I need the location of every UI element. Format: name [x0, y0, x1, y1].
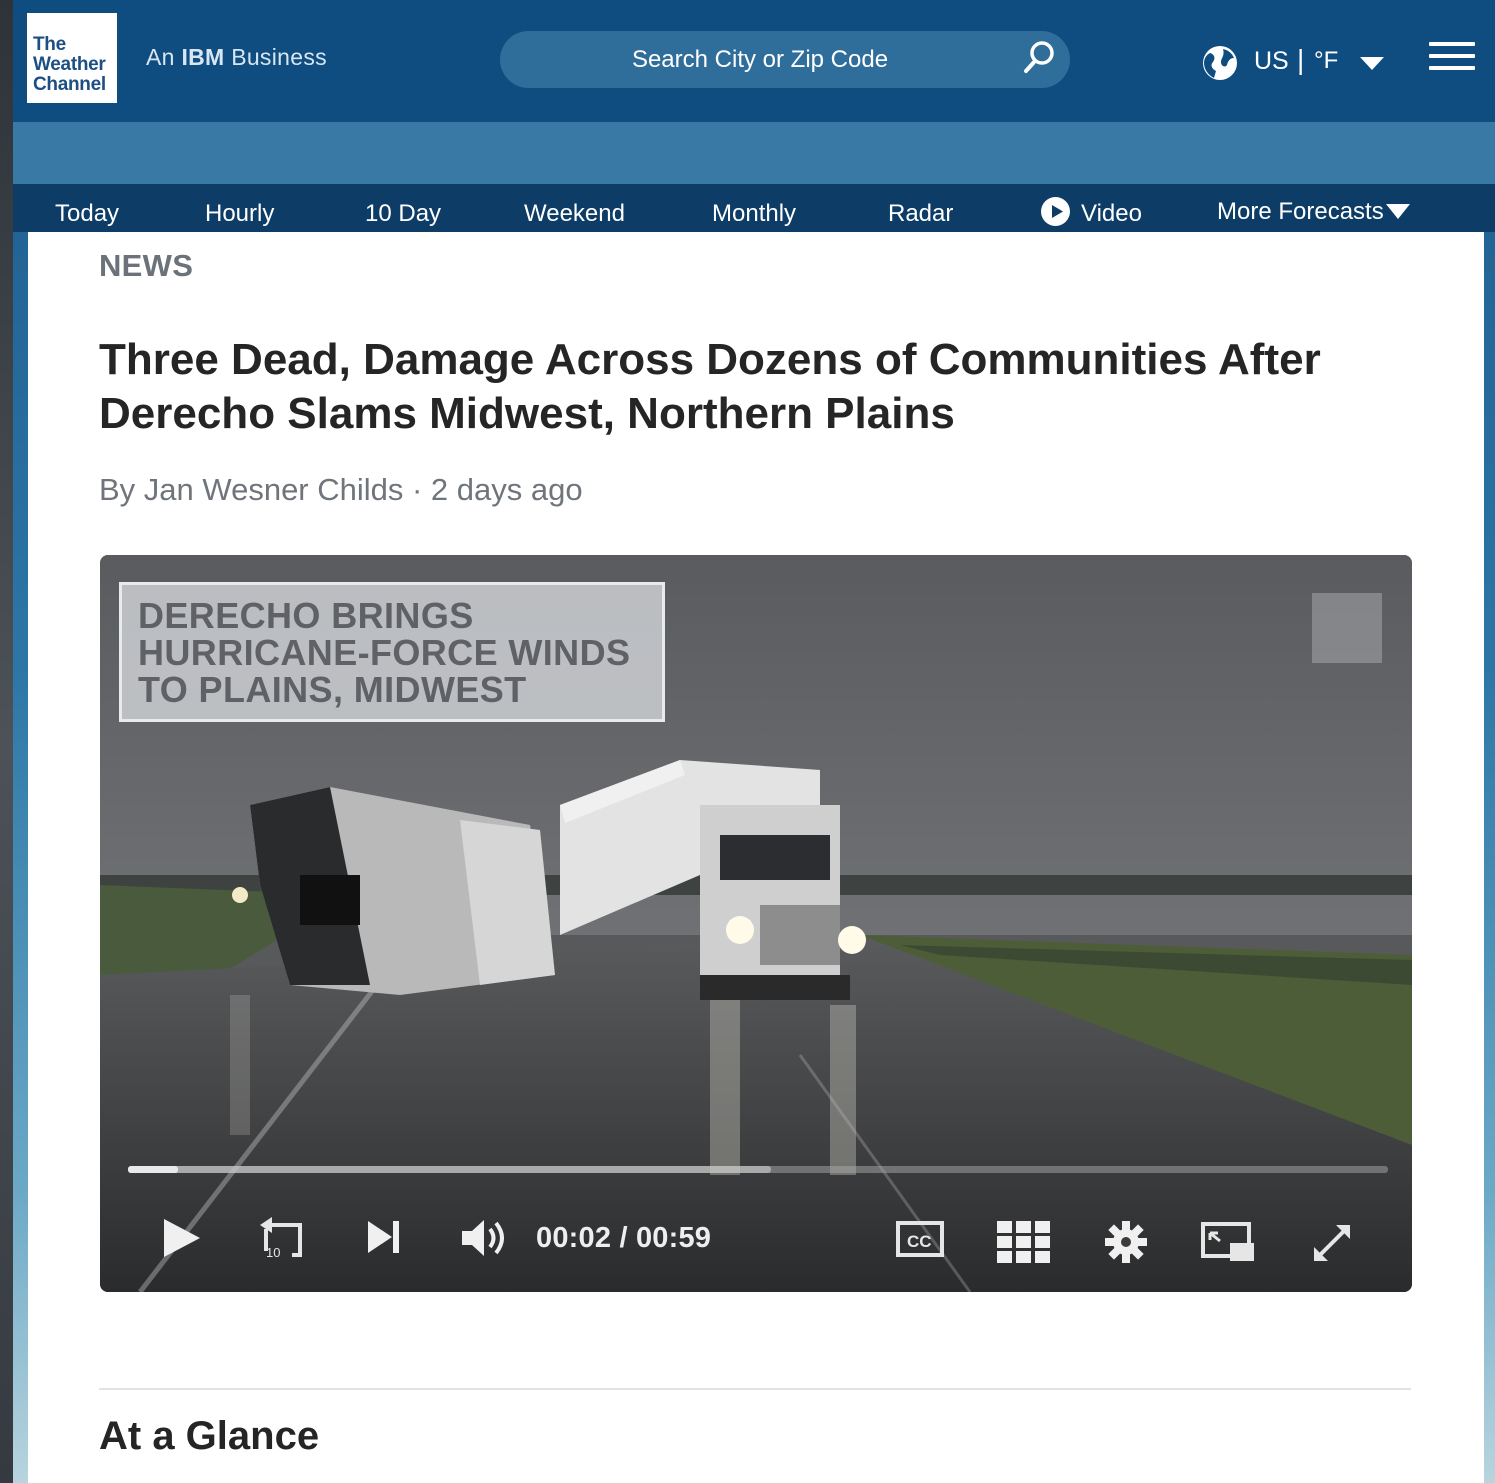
settings-gear-icon[interactable] — [1103, 1219, 1149, 1265]
video-player[interactable]: DERECHO BRINGS HURRICANE-FORCE WINDS TO … — [100, 555, 1412, 1292]
replay-10-icon[interactable]: 10 — [256, 1215, 306, 1263]
closed-captions-icon[interactable]: CC — [895, 1219, 945, 1259]
locale-separator: | — [1297, 44, 1305, 75]
unit-label[interactable]: °F — [1314, 47, 1338, 75]
nav-item-weekend[interactable]: Weekend — [524, 200, 625, 228]
search-icon[interactable] — [1022, 40, 1056, 76]
video-progress-bar[interactable] — [128, 1166, 1388, 1173]
search-input[interactable]: Search City or Zip Code — [500, 31, 1070, 88]
lower-third-line: HURRICANE-FORCE WINDS — [138, 632, 631, 673]
volume-icon[interactable] — [458, 1215, 512, 1261]
logo-line: The — [33, 34, 66, 55]
article-headline: Three Dead, Damage Across Dozens of Comm… — [99, 335, 1321, 438]
current-time: 00:02 — [536, 1222, 612, 1254]
chevron-down-icon[interactable] — [1386, 204, 1410, 220]
logo-line: Weather — [33, 54, 106, 75]
nav-item-radar[interactable]: Radar — [888, 200, 953, 228]
nav-item-monthly[interactable]: Monthly — [712, 200, 796, 228]
nav-item-video[interactable]: Video — [1081, 200, 1142, 228]
globe-icon[interactable] — [1201, 44, 1239, 82]
svg-text:10: 10 — [266, 1245, 280, 1260]
video-buffer-bar — [128, 1166, 771, 1173]
play-icon[interactable] — [160, 1215, 204, 1261]
at-a-glance-heading: At a Glance — [99, 1414, 320, 1458]
lower-third-line: DERECHO BRINGS — [138, 595, 474, 636]
nav-item-10-day[interactable]: 10 Day — [365, 200, 441, 228]
locale-label[interactable]: US — [1254, 47, 1289, 76]
video-progress-fill — [128, 1166, 179, 1173]
fullscreen-icon[interactable] — [1310, 1221, 1354, 1265]
logo-line: Channel — [33, 74, 106, 95]
nav-item-more-forecasts[interactable]: More Forecasts — [1217, 198, 1384, 226]
article-kicker[interactable]: NEWS — [99, 248, 193, 284]
article-byline: By Jan Wesner Childs · 2 days ago — [99, 472, 583, 507]
video-play-circle-icon[interactable] — [1040, 196, 1071, 227]
section-divider — [99, 1388, 1411, 1390]
ibm-tagline: An IBM Business — [146, 44, 327, 70]
channel-watermark-logo — [1312, 593, 1382, 663]
video-lower-third: DERECHO BRINGS HURRICANE-FORCE WINDS TO … — [119, 582, 665, 722]
window-edge — [0, 0, 13, 1483]
hamburger-menu-icon[interactable] — [1429, 42, 1475, 76]
nav-item-today[interactable]: Today — [55, 200, 119, 228]
nav-item-hourly[interactable]: Hourly — [205, 200, 274, 228]
duration: 00:59 — [635, 1222, 712, 1254]
playlist-grid-icon[interactable] — [995, 1219, 1053, 1265]
weather-channel-logo[interactable]: The Weather Channel — [27, 13, 117, 103]
search-placeholder: Search City or Zip Code — [631, 46, 889, 73]
header-subbar — [13, 122, 1495, 184]
svg-text:CC: CC — [907, 1232, 932, 1251]
skip-next-icon[interactable] — [364, 1215, 404, 1259]
picture-in-picture-icon[interactable] — [1200, 1221, 1256, 1263]
video-time-display: 00:02 / 00:59 — [536, 1222, 711, 1255]
time-separator: / — [619, 1222, 628, 1254]
lower-third-line: TO PLAINS, MIDWEST — [138, 669, 527, 710]
chevron-down-icon[interactable] — [1360, 57, 1384, 71]
